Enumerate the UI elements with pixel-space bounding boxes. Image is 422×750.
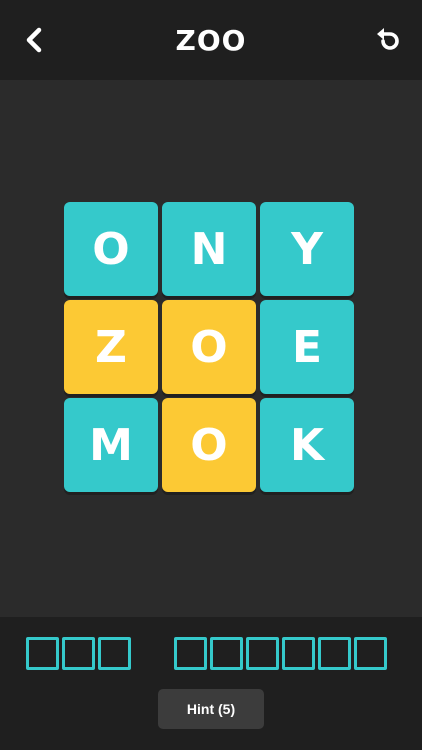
answer-slot[interactable] (354, 637, 387, 670)
letter-tile[interactable]: N (162, 202, 256, 296)
word-slot-group-1 (26, 637, 131, 670)
letter-tile[interactable]: E (260, 300, 354, 394)
back-button[interactable] (16, 22, 52, 58)
letter-tile[interactable]: Z (64, 300, 158, 394)
answer-slot[interactable] (318, 637, 351, 670)
answer-slots (0, 637, 422, 671)
level-title: ZOO (175, 23, 247, 57)
chevron-left-icon (26, 27, 42, 53)
undo-button[interactable] (370, 22, 406, 58)
answer-slot[interactable] (174, 637, 207, 670)
undo-icon (377, 28, 399, 50)
game-screen: ZOO O N Y Z O E M O K Hint (5) (0, 0, 422, 750)
letter-tile[interactable]: O (162, 398, 256, 492)
answer-slot[interactable] (210, 637, 243, 670)
answer-slot[interactable] (98, 637, 131, 670)
answer-slot[interactable] (62, 637, 95, 670)
letter-board: O N Y Z O E M O K (64, 202, 358, 496)
letter-tile[interactable]: K (260, 398, 354, 492)
letter-tile[interactable]: O (64, 202, 158, 296)
answer-slot[interactable] (26, 637, 59, 670)
hint-button[interactable]: Hint (5) (158, 689, 264, 729)
answer-slot[interactable] (246, 637, 279, 670)
header-bar: ZOO (0, 0, 422, 80)
answer-panel: Hint (5) (0, 617, 422, 750)
letter-tile[interactable]: Y (260, 202, 354, 296)
word-slot-group-2 (174, 637, 387, 670)
answer-slot[interactable] (282, 637, 315, 670)
letter-tile[interactable]: O (162, 300, 256, 394)
letter-tile[interactable]: M (64, 398, 158, 492)
